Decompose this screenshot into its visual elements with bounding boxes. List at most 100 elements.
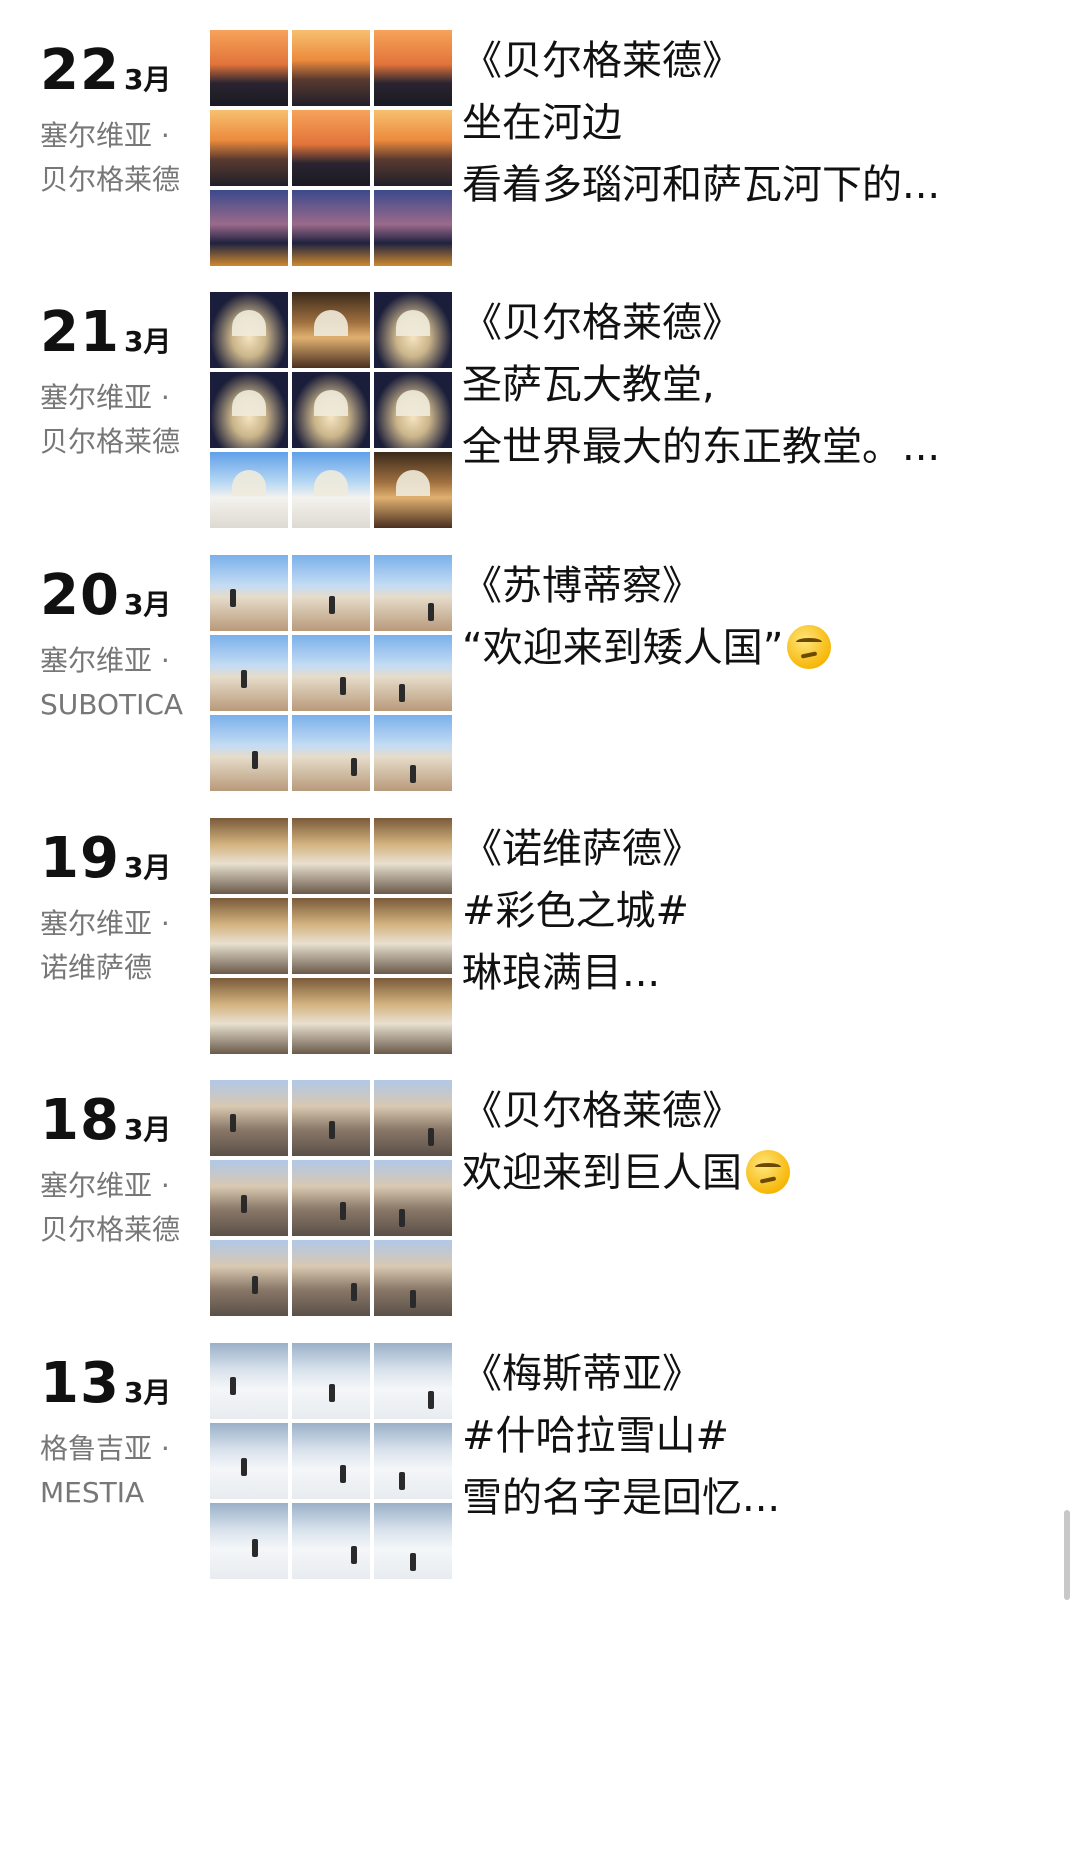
photo-thumbnail[interactable] — [374, 555, 452, 631]
photo-thumbnail[interactable] — [210, 190, 288, 266]
photo-thumbnail[interactable] — [210, 30, 288, 106]
caption-line: “欢迎来到矮人国” — [462, 617, 1062, 679]
photo-thumbnail[interactable] — [292, 1080, 370, 1156]
post-entry[interactable]: 21 3月 塞尔维亚 · 贝尔格莱德 《贝尔格莱德》 圣萨瓦大教堂, 全世界最大的东正教堂。… — [0, 292, 1080, 542]
person-figure — [241, 1195, 247, 1213]
photo-thumbnail[interactable] — [374, 1423, 452, 1499]
photo-grid[interactable] — [210, 1080, 454, 1320]
photo-thumbnail[interactable] — [374, 1240, 452, 1316]
photo-thumbnail[interactable] — [210, 1240, 288, 1316]
photo-thumbnail[interactable] — [292, 1343, 370, 1419]
photo-thumbnail[interactable] — [292, 190, 370, 266]
photo-thumbnail[interactable] — [374, 715, 452, 791]
photo-thumbnail[interactable] — [210, 110, 288, 186]
photo-thumbnail[interactable] — [210, 1080, 288, 1156]
post-caption[interactable]: 《诺维萨德》 #彩色之城# 琳琅满目... — [462, 818, 1062, 1004]
post-location: 塞尔维亚 · 诺维萨德 — [40, 902, 200, 990]
church-dome-shape — [232, 470, 266, 496]
post-caption[interactable]: 《苏博蒂察》 “欢迎来到矮人国” — [462, 555, 1062, 679]
caption-line: 《贝尔格莱德》 — [462, 292, 1062, 354]
photo-thumbnail[interactable] — [292, 1503, 370, 1579]
photo-thumbnail[interactable] — [374, 818, 452, 894]
photo-thumbnail[interactable] — [374, 1343, 452, 1419]
post-caption[interactable]: 《梅斯蒂亚》 #什哈拉雪山# 雪的名字是回忆... — [462, 1343, 1062, 1529]
photo-thumbnail[interactable] — [210, 635, 288, 711]
caption-text: 《梅斯蒂亚》 — [462, 1351, 702, 1397]
location-line: MESTIA — [40, 1476, 145, 1509]
photo-thumbnail[interactable] — [374, 898, 452, 974]
photo-thumbnail[interactable] — [292, 110, 370, 186]
post-month: 3月 — [123, 851, 172, 884]
photo-thumbnail[interactable] — [292, 1160, 370, 1236]
post-entry[interactable]: 22 3月 塞尔维亚 · 贝尔格莱德 《贝尔格莱德》 坐在河边 看着多瑙河和萨瓦河下的... — [0, 30, 1080, 280]
photo-thumbnail[interactable] — [292, 372, 370, 448]
photo-thumbnail[interactable] — [374, 1503, 452, 1579]
photo-grid[interactable] — [210, 1343, 454, 1583]
photo-thumbnail[interactable] — [374, 978, 452, 1054]
post-caption[interactable]: 《贝尔格莱德》 坐在河边 看着多瑙河和萨瓦河下的... — [462, 30, 1062, 216]
photo-thumbnail[interactable] — [374, 190, 452, 266]
photo-thumbnail[interactable] — [210, 898, 288, 974]
photo-thumbnail[interactable] — [210, 1160, 288, 1236]
location-line: 塞尔维亚 · — [40, 644, 170, 677]
person-figure — [241, 670, 247, 688]
photo-thumbnail[interactable] — [210, 715, 288, 791]
post-day: 13 — [40, 1351, 120, 1416]
photo-thumbnail[interactable] — [210, 372, 288, 448]
photo-thumbnail[interactable] — [292, 898, 370, 974]
person-figure — [399, 1209, 405, 1227]
post-day: 19 — [40, 826, 120, 891]
caption-line: 琳琅满目... — [462, 942, 1062, 1004]
caption-text: 圣萨瓦大教堂, — [462, 362, 715, 408]
photo-grid[interactable] — [210, 30, 454, 270]
photo-thumbnail[interactable] — [210, 452, 288, 528]
post-entry[interactable]: 19 3月塞尔维亚 · 诺维萨德 《诺维萨德》 #彩色之城# 琳琅满目... — [0, 818, 1080, 1068]
photo-thumbnail[interactable] — [374, 30, 452, 106]
photo-thumbnail[interactable] — [292, 818, 370, 894]
photo-thumbnail[interactable] — [374, 292, 452, 368]
post-day: 22 — [40, 38, 120, 103]
photo-thumbnail[interactable] — [292, 1423, 370, 1499]
photo-thumbnail[interactable] — [210, 818, 288, 894]
photo-grid[interactable] — [210, 292, 454, 532]
caption-text: 《诺维萨德》 — [462, 826, 702, 872]
photo-thumbnail[interactable] — [292, 635, 370, 711]
photo-thumbnail[interactable] — [210, 978, 288, 1054]
photo-thumbnail[interactable] — [210, 1503, 288, 1579]
photo-thumbnail[interactable] — [292, 1240, 370, 1316]
photo-thumbnail[interactable] — [374, 1080, 452, 1156]
caption-text: 坐在河边 — [462, 100, 622, 146]
person-figure — [252, 751, 258, 769]
caption-line: #彩色之城# — [462, 880, 1062, 942]
photo-thumbnail[interactable] — [210, 1423, 288, 1499]
caption-line: 欢迎来到巨人国 — [462, 1142, 1062, 1204]
photo-grid[interactable] — [210, 555, 454, 795]
post-entry[interactable]: 20 3月 塞尔维亚 · SUBOTICA 《苏博蒂察》 “欢迎来到矮人国” — [0, 555, 1080, 805]
post-location: 塞尔维亚 · 贝尔格莱德 — [40, 376, 200, 464]
photo-grid[interactable] — [210, 818, 454, 1058]
photo-thumbnail[interactable] — [292, 30, 370, 106]
church-dome-shape — [232, 390, 266, 416]
photo-thumbnail[interactable] — [292, 452, 370, 528]
thinking-face-icon — [746, 1150, 790, 1194]
photo-thumbnail[interactable] — [210, 292, 288, 368]
photo-thumbnail[interactable] — [374, 110, 452, 186]
caption-text: 《贝尔格莱德》 — [462, 38, 742, 84]
person-figure — [428, 603, 434, 621]
photo-thumbnail[interactable] — [292, 292, 370, 368]
post-entry[interactable]: 18 3月 塞尔维亚 · 贝尔格莱德 《贝尔格莱德》 欢迎来到巨人国 — [0, 1080, 1080, 1330]
caption-line: 《苏博蒂察》 — [462, 555, 1062, 617]
photo-thumbnail[interactable] — [374, 452, 452, 528]
photo-thumbnail[interactable] — [210, 1343, 288, 1419]
post-caption[interactable]: 《贝尔格莱德》 圣萨瓦大教堂, 全世界最大的东正教堂。... — [462, 292, 1062, 478]
photo-thumbnail[interactable] — [374, 635, 452, 711]
photo-thumbnail[interactable] — [374, 372, 452, 448]
scrollbar[interactable] — [1064, 1510, 1070, 1600]
photo-thumbnail[interactable] — [292, 978, 370, 1054]
photo-thumbnail[interactable] — [374, 1160, 452, 1236]
photo-thumbnail[interactable] — [210, 555, 288, 631]
post-caption[interactable]: 《贝尔格莱德》 欢迎来到巨人国 — [462, 1080, 1062, 1204]
photo-thumbnail[interactable] — [292, 555, 370, 631]
photo-thumbnail[interactable] — [292, 715, 370, 791]
post-entry[interactable]: 13 3月 格鲁吉亚 · MESTIA 《梅斯蒂亚》 #什哈拉雪山# 雪的名字是回忆... — [0, 1343, 1080, 1593]
